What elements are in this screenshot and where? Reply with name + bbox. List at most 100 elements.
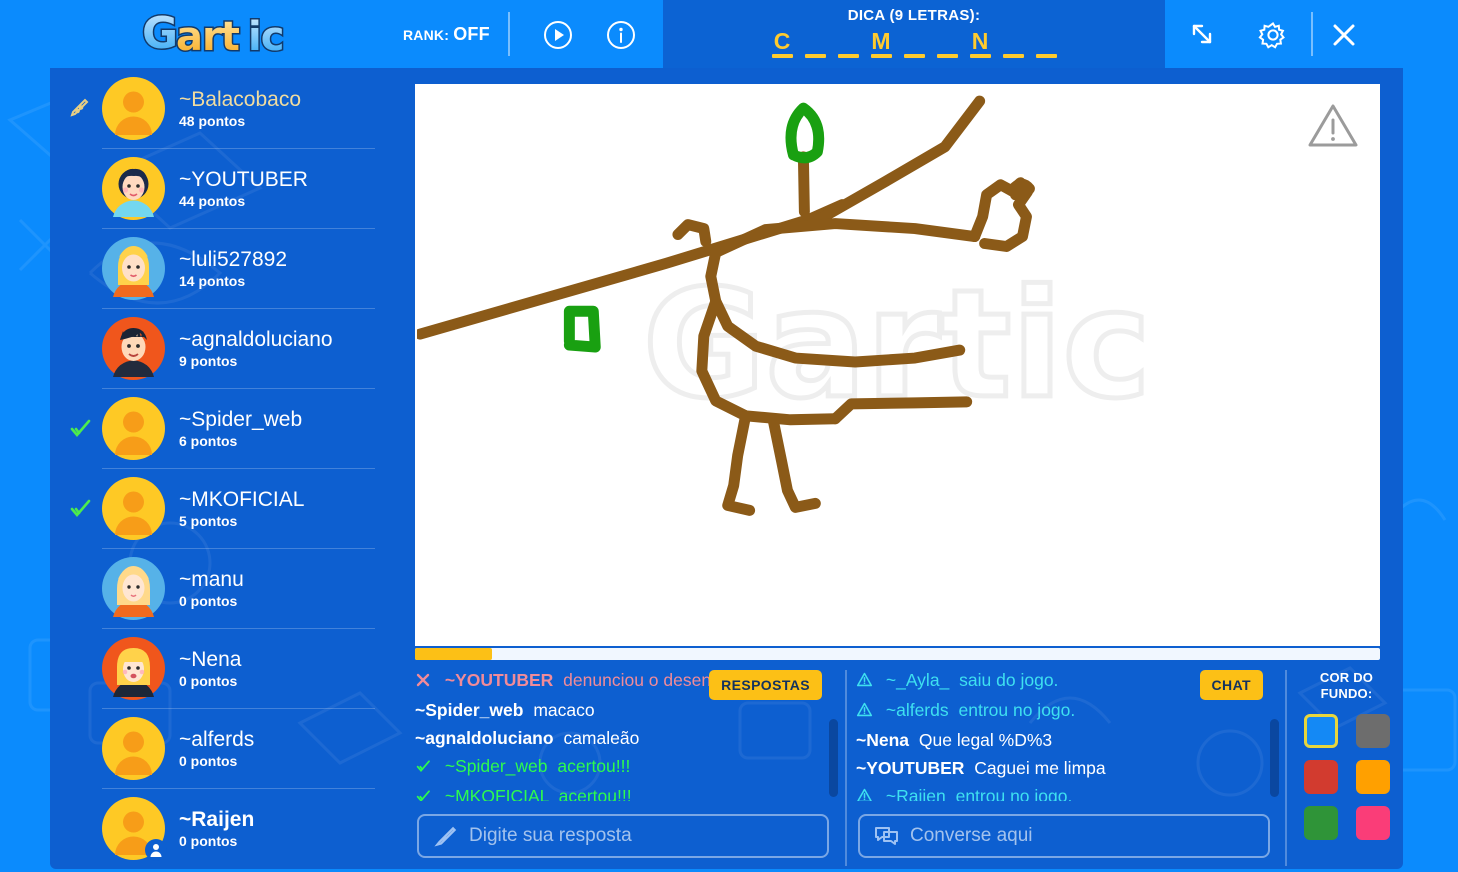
message-text: Que legal %D%3 — [918, 730, 1053, 750]
player-row[interactable]: ~Nena 0 pontos — [50, 628, 395, 708]
player-list[interactable]: ~Balacobaco 48 pontos ~YOUTUBER 44 ponto… — [50, 68, 395, 872]
play-circle-icon[interactable] — [543, 20, 573, 50]
chat-bubble-icon — [874, 824, 900, 848]
tab-respostas[interactable]: RESPOSTAS — [709, 670, 822, 700]
player-points: 5 pontos — [179, 512, 238, 529]
player-row[interactable]: ~Spider_web 6 pontos — [50, 388, 395, 468]
palette-divider — [1285, 670, 1287, 866]
player-row[interactable]: ~Balacobaco 48 pontos — [50, 68, 395, 148]
word-hint-panel: DICA (9 LETRAS): C M N — [663, 0, 1165, 68]
drawing-strokes: Gartic — [417, 95, 1154, 516]
drawing-canvas[interactable]: Gartic — [415, 84, 1380, 646]
player-row[interactable]: ~Raijen 0 pontos — [50, 788, 395, 868]
status-slot — [68, 256, 92, 280]
message-text: entrou no jogo. — [955, 786, 1073, 801]
player-points: 0 pontos — [179, 832, 238, 849]
message-nick: ~Spider_web — [444, 756, 548, 776]
message-item: ~Spider_web macaco — [415, 696, 840, 724]
player-points: 9 pontos — [179, 352, 238, 369]
player-info: ~Spider_web 6 pontos — [179, 408, 302, 449]
message-nick: ~Nena — [856, 730, 910, 750]
player-info: ~agnaldoluciano 9 pontos — [179, 328, 333, 369]
warning-triangle-icon[interactable] — [1306, 100, 1360, 150]
player-info: ~luli527892 14 pontos — [179, 248, 287, 289]
status-slot — [68, 736, 92, 760]
player-name: ~MKOFICIAL — [179, 487, 305, 511]
answer-input[interactable] — [469, 825, 813, 847]
chat-input[interactable] — [910, 825, 1254, 847]
color-swatch-red[interactable] — [1303, 760, 1338, 794]
player-name: ~alferds — [179, 727, 255, 751]
check-icon — [415, 784, 435, 801]
player-row[interactable]: ~luli527892 14 pontos — [50, 228, 395, 308]
answers-panel: ~YOUTUBER denunciou o desenho. ~Spider_w… — [415, 664, 840, 872]
message-nick: ~YOUTUBER — [856, 758, 965, 778]
close-icon[interactable] — [1329, 20, 1359, 50]
avatar — [102, 156, 165, 220]
message-nick: ~alferds — [885, 700, 949, 720]
message-text: macaco — [533, 700, 595, 720]
chat-panel: ~_Ayla_ saiu do jogo. ~alferds entrou no… — [856, 664, 1281, 872]
avatar — [102, 716, 165, 780]
color-swatch-green[interactable] — [1303, 806, 1338, 840]
avatar — [102, 236, 165, 300]
message-nick: ~MKOFICIAL — [444, 786, 549, 801]
info-circle-icon[interactable] — [606, 20, 636, 50]
player-row[interactable]: ~MKOFICIAL 5 pontos — [50, 468, 395, 548]
message-text: acertou!!! — [558, 786, 632, 801]
expand-icon[interactable] — [1188, 20, 1218, 50]
pencil-icon — [433, 824, 459, 848]
hint-slot: C — [770, 28, 795, 58]
avatar — [102, 316, 165, 380]
gear-icon[interactable] — [1258, 20, 1288, 50]
color-swatch-blue[interactable] — [1303, 714, 1338, 748]
message-item: ~agnaldoluciano camaleão — [415, 724, 840, 752]
player-row[interactable]: ~YOUTUBER 44 pontos — [50, 148, 395, 228]
rank-value: OFF — [453, 24, 490, 44]
answer-input-row[interactable] — [417, 814, 829, 858]
player-info: ~Balacobaco 48 pontos — [179, 88, 301, 129]
chat-scrollbar[interactable] — [1270, 719, 1279, 797]
pencil-icon — [68, 96, 92, 120]
chat-input-row[interactable] — [858, 814, 1270, 858]
player-row[interactable]: ~alferds 0 pontos — [50, 708, 395, 788]
status-slot — [68, 816, 92, 840]
avatar — [102, 796, 167, 861]
avatar — [102, 76, 165, 140]
avatar — [102, 476, 165, 540]
palette-title-line2: FUNDO: — [1320, 686, 1373, 701]
player-row[interactable]: ~agnaldoluciano 9 pontos — [50, 308, 395, 388]
message-text: entrou no jogo. — [958, 700, 1076, 720]
message-text: camaleão — [563, 728, 640, 748]
hint-slot — [1001, 28, 1026, 58]
color-swatch-gray[interactable] — [1355, 714, 1390, 748]
self-badge-icon — [145, 838, 167, 861]
palette-title: COR DO FUNDO: — [1290, 670, 1403, 702]
rank-indicator: RANK: OFF — [403, 24, 490, 45]
gartic-app: G art ic RANK: OFF DICA (9 LETRAS): C M … — [0, 0, 1458, 872]
color-swatch-pink[interactable] — [1355, 806, 1390, 840]
player-name: ~agnaldoluciano — [179, 327, 333, 351]
message-nick: ~Raijen — [885, 786, 946, 801]
player-points: 0 pontos — [179, 592, 238, 609]
palette-swatches — [1290, 714, 1403, 840]
hint-label: DICA (9 LETRAS): — [847, 7, 981, 24]
color-swatch-orange[interactable] — [1355, 760, 1390, 794]
player-row[interactable]: ~manu 0 pontos — [50, 548, 395, 628]
hint-letters: C M N — [663, 28, 1165, 58]
answers-scrollbar[interactable] — [829, 719, 838, 797]
player-info: ~Nena 0 pontos — [179, 648, 241, 689]
message-nick: ~YOUTUBER — [444, 670, 554, 690]
status-slot — [68, 176, 92, 200]
tab-chat[interactable]: CHAT — [1199, 670, 1263, 700]
player-points: 14 pontos — [179, 272, 246, 289]
player-points: 0 pontos — [179, 672, 238, 689]
svg-text:ic: ic — [248, 14, 283, 60]
player-name: ~manu — [179, 567, 244, 591]
avatar — [102, 396, 165, 460]
round-timer-fill — [415, 648, 493, 660]
status-slot — [68, 656, 92, 680]
message-text: acertou!!! — [557, 756, 631, 776]
report-x-icon — [415, 668, 435, 696]
alert-icon — [856, 784, 876, 801]
